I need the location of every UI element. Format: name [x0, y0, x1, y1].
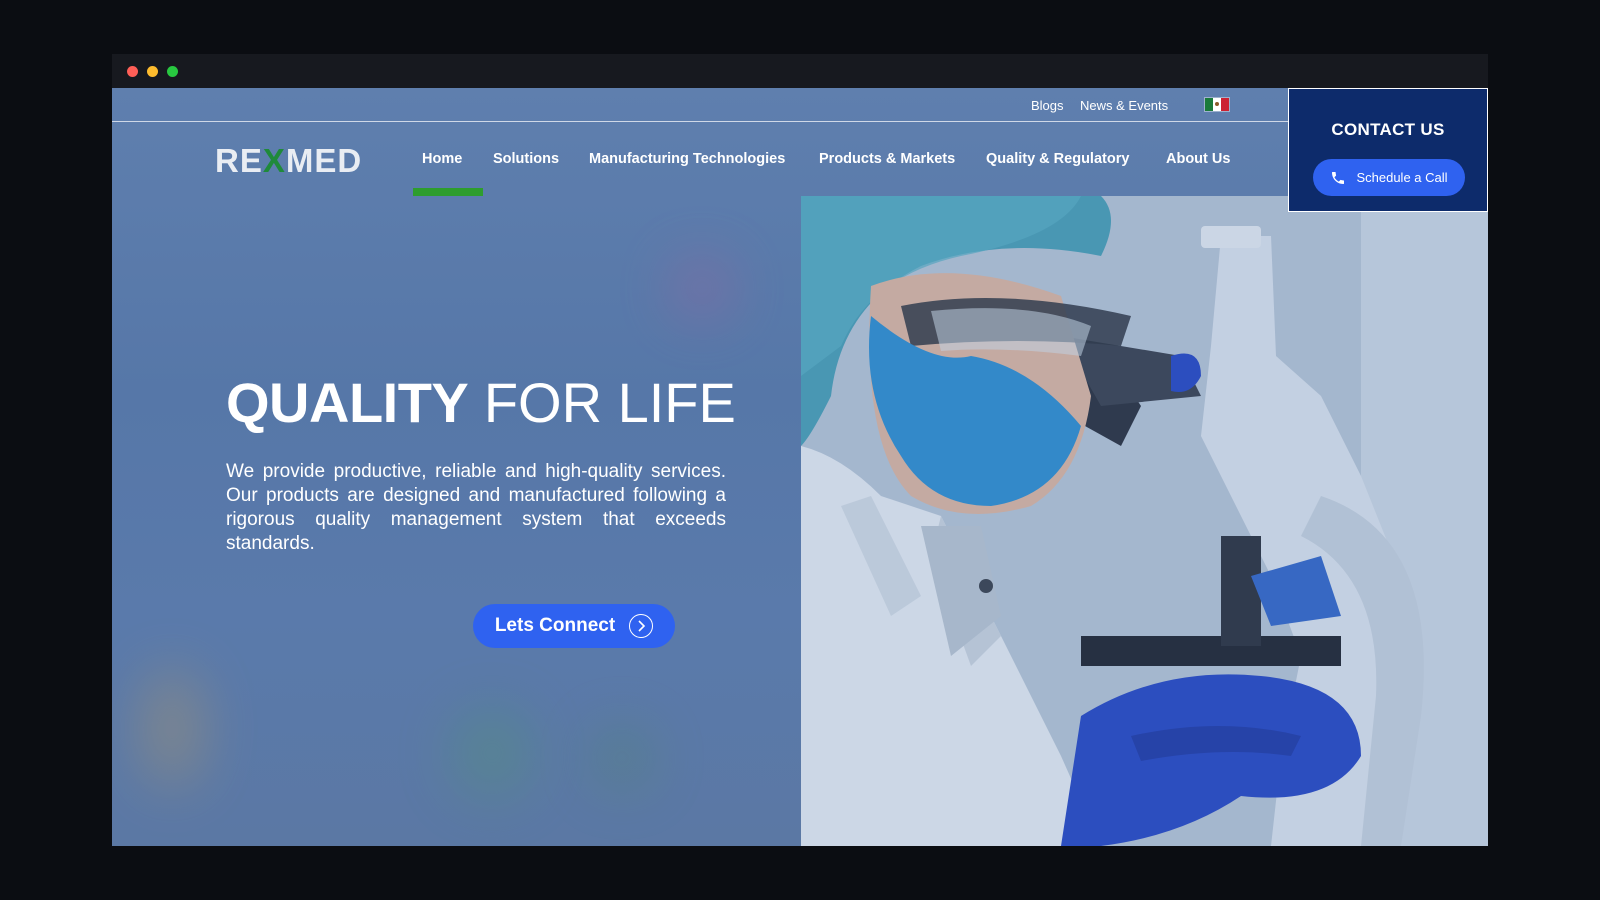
- hero-title-light: FOR LIFE: [483, 371, 736, 434]
- nav-item-quality-regulatory[interactable]: Quality & Regulatory: [986, 151, 1129, 167]
- news-events-link[interactable]: News & Events: [1080, 98, 1168, 113]
- logo-text: MED: [285, 142, 363, 179]
- mexico-flag-icon[interactable]: [1204, 97, 1230, 112]
- nav-item-about-us[interactable]: About Us: [1166, 151, 1230, 167]
- browser-window: Blogs News & Events REXMED Home Solution…: [112, 54, 1488, 846]
- background-blur: [672, 258, 732, 318]
- nav-item-solutions[interactable]: Solutions: [493, 151, 559, 167]
- blogs-link[interactable]: Blogs: [1031, 98, 1064, 113]
- minimize-window-icon[interactable]: [147, 66, 158, 77]
- background-blur: [452, 708, 532, 798]
- nav-item-manufacturing-technologies[interactable]: Manufacturing Technologies: [589, 151, 785, 167]
- schedule-call-label: Schedule a Call: [1356, 170, 1448, 185]
- hero-description: We provide productive, reliable and high…: [226, 461, 726, 554]
- chevron-right-circle-icon: [629, 614, 654, 638]
- rexmed-logo[interactable]: REXMED: [215, 142, 362, 180]
- contact-us-panel: CONTACT US Schedule a Call: [1288, 88, 1488, 212]
- lets-connect-button[interactable]: Lets Connect: [473, 604, 675, 648]
- background-blur: [142, 668, 202, 788]
- hero-photo: [801, 196, 1488, 846]
- window-titlebar: [112, 54, 1488, 88]
- contact-us-title: CONTACT US: [1331, 120, 1445, 139]
- lets-connect-label: Lets Connect: [494, 615, 616, 636]
- maximize-window-icon[interactable]: [167, 66, 178, 77]
- background-blur: [592, 728, 652, 788]
- phone-icon: [1332, 171, 1345, 184]
- hero-title: QUALITY FOR LIFE: [226, 370, 736, 435]
- utility-bar: Blogs News & Events: [112, 88, 1288, 122]
- close-window-icon[interactable]: [127, 66, 138, 77]
- scientist-microscope-illustration: [801, 196, 1488, 846]
- logo-x-mark: X: [262, 142, 286, 179]
- schedule-call-button[interactable]: Schedule a Call: [1313, 159, 1465, 196]
- nav-active-indicator: [413, 188, 483, 196]
- page-viewport: Blogs News & Events REXMED Home Solution…: [112, 88, 1488, 846]
- nav-item-products-markets[interactable]: Products & Markets: [819, 151, 955, 167]
- logo-text: RE: [215, 142, 263, 179]
- hero-title-strong: QUALITY: [226, 371, 469, 434]
- nav-item-home[interactable]: Home: [422, 151, 462, 167]
